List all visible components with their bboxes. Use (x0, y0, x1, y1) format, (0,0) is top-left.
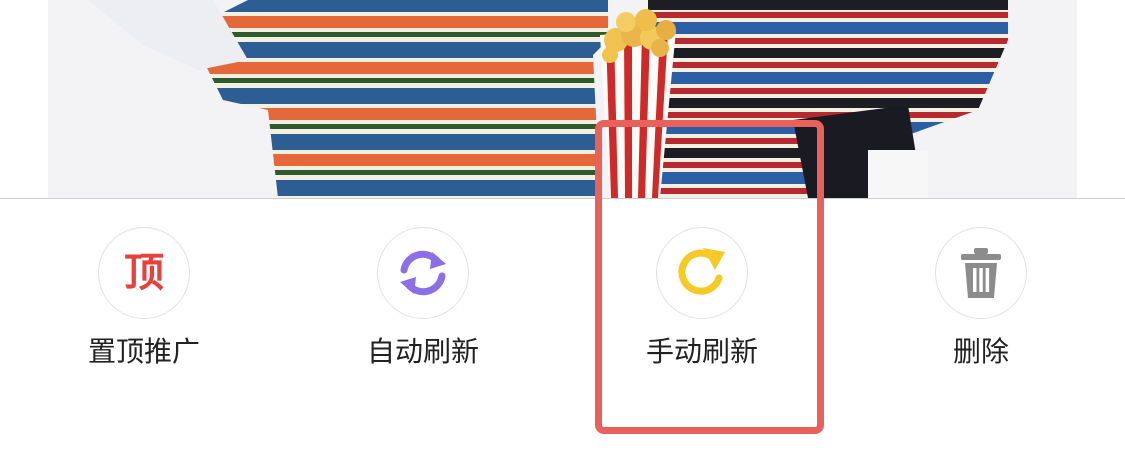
manual-refresh-label: 手动刷新 (645, 335, 758, 368)
action-bar: 顶 置顶推广 自动刷新 手动刷新 删除 (0, 199, 1125, 474)
delete-icon-circle (935, 227, 1027, 319)
product-photo-image (48, 0, 1077, 198)
manual-refresh-icon-circle (656, 227, 748, 319)
manual-refresh-button[interactable]: 手动刷新 (612, 227, 792, 387)
top-promote-label: 置顶推广 (87, 335, 200, 368)
top-promote-icon-circle: 顶 (98, 227, 190, 319)
trash-icon (961, 248, 1001, 298)
auto-refresh-label: 自动刷新 (366, 335, 479, 368)
auto-refresh-icon (400, 250, 446, 296)
auto-refresh-icon-circle (377, 227, 469, 319)
product-photo (48, 0, 1077, 198)
product-photo-area (0, 0, 1125, 198)
delete-button[interactable]: 删除 (891, 227, 1071, 387)
auto-refresh-button[interactable]: 自动刷新 (333, 227, 513, 387)
top-promote-icon: 顶 (124, 250, 164, 296)
top-promote-button[interactable]: 顶 置顶推广 (54, 227, 234, 387)
manual-refresh-icon (678, 248, 725, 295)
delete-label: 删除 (952, 335, 1009, 368)
